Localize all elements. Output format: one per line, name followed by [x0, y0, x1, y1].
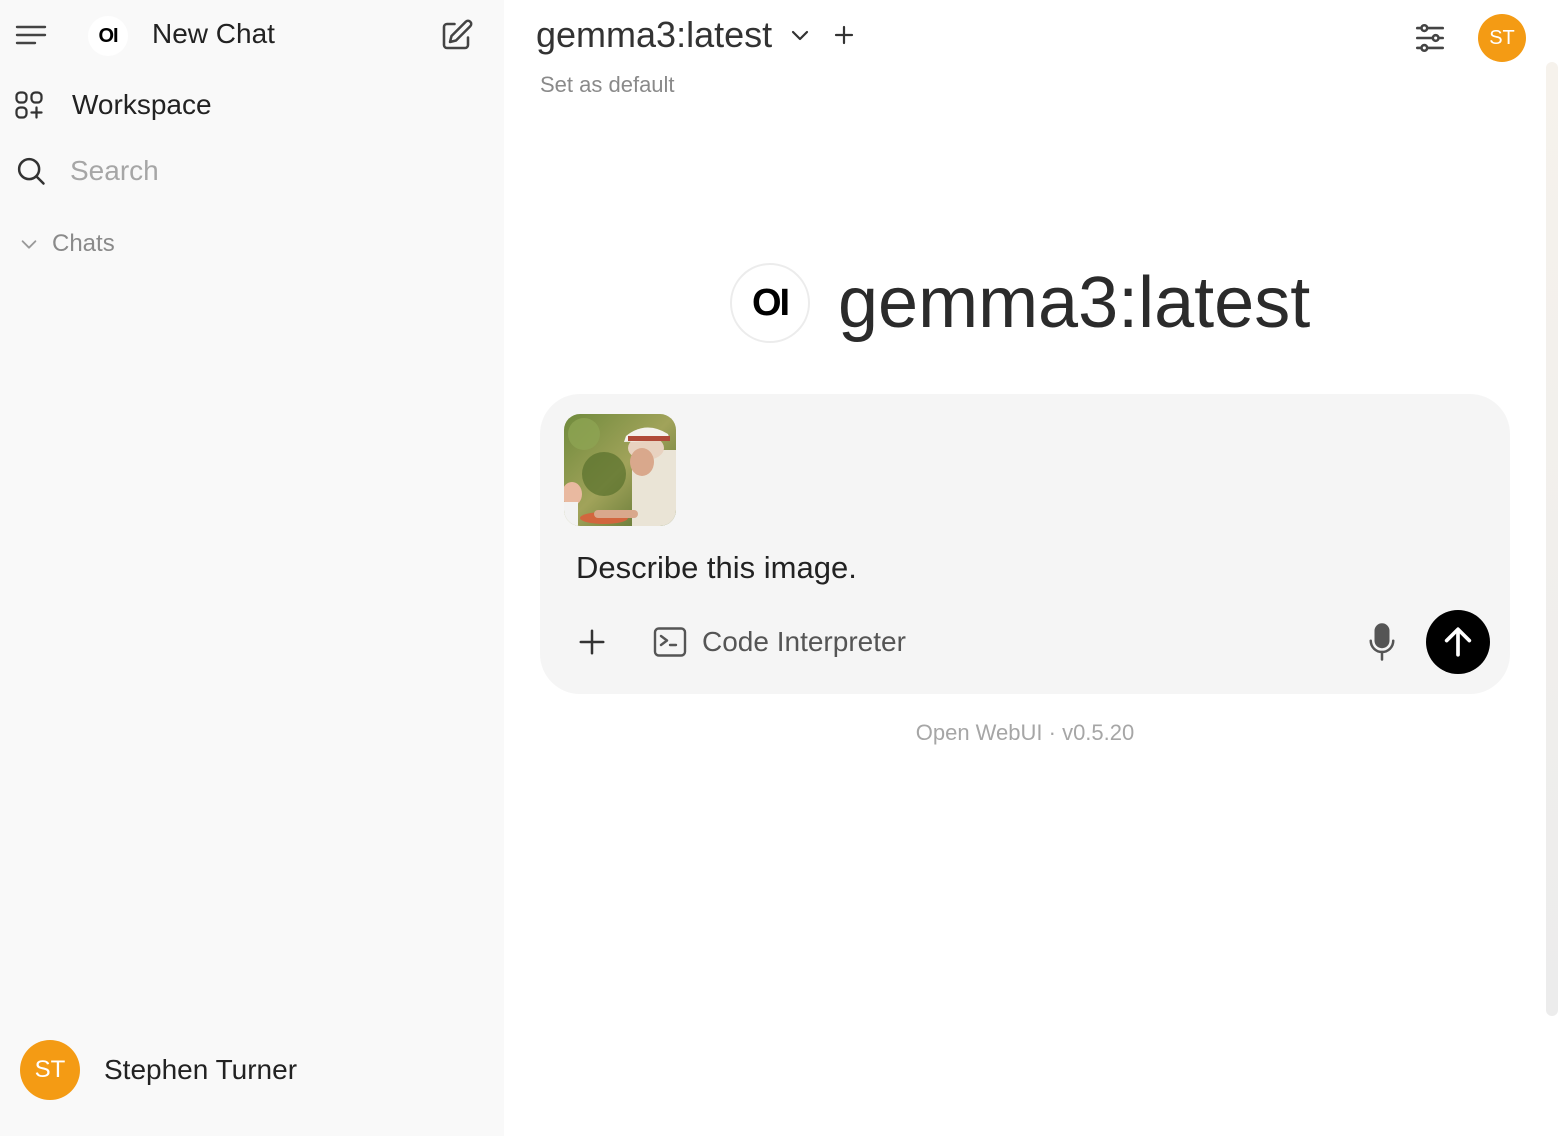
- search-input[interactable]: [70, 155, 450, 187]
- sidebar: OI New Chat Workspace Chats ST Stephen T…: [0, 0, 504, 1136]
- add-model-icon[interactable]: [832, 23, 856, 47]
- model-selector[interactable]: gemma3:latest: [536, 14, 856, 56]
- edit-icon: [442, 19, 473, 50]
- message-composer: Describe this image. Code Interpreter: [540, 394, 1510, 694]
- model-hero: OI gemma3:latest: [730, 262, 1310, 344]
- prompt-input[interactable]: Describe this image.: [576, 550, 857, 586]
- sidebar-toggle-button[interactable]: [12, 16, 50, 54]
- menu-icon: [15, 25, 47, 45]
- voice-input-button[interactable]: [1362, 622, 1402, 662]
- plus-icon: [579, 629, 605, 655]
- model-title: gemma3:latest: [838, 263, 1311, 343]
- attached-image-thumbnail[interactable]: [564, 414, 676, 526]
- microphone-icon: [1369, 623, 1395, 661]
- workspace-link[interactable]: Workspace: [14, 84, 212, 126]
- arrow-up-icon: [1444, 627, 1472, 657]
- attach-button[interactable]: [572, 622, 612, 662]
- set-default-button[interactable]: Set as default: [540, 72, 675, 98]
- chat-controls-button[interactable]: [1410, 18, 1450, 58]
- chevron-down-icon: [21, 240, 37, 249]
- avatar: ST: [20, 1040, 80, 1100]
- sidebar-search[interactable]: [16, 150, 450, 192]
- workspace-icon: [15, 91, 43, 119]
- new-chat-button[interactable]: [436, 16, 476, 56]
- chats-section-toggle[interactable]: Chats: [18, 226, 115, 262]
- app-logo[interactable]: OI: [88, 16, 128, 56]
- chats-label: Chats: [52, 230, 115, 257]
- send-button[interactable]: [1426, 610, 1490, 674]
- chevron-down-icon[interactable]: [788, 23, 812, 47]
- new-chat-link[interactable]: New Chat: [152, 18, 275, 50]
- scrollbar[interactable]: [1546, 62, 1558, 1016]
- user-menu[interactable]: ST Stephen Turner: [20, 1040, 297, 1100]
- terminal-icon: [653, 627, 687, 657]
- photo-image: [564, 414, 676, 526]
- main-area: gemma3:latest Set as default ST OI gemma…: [504, 0, 1558, 1136]
- user-name: Stephen Turner: [104, 1054, 298, 1085]
- sliders-icon: [1415, 23, 1445, 53]
- code-interpreter-button[interactable]: Code Interpreter: [652, 622, 906, 662]
- search-icon: [17, 157, 45, 185]
- version-label: Open WebUI · v0.5.20: [915, 720, 1135, 745]
- code-interpreter-label: Code Interpreter: [702, 626, 906, 657]
- workspace-label: Workspace: [72, 89, 212, 120]
- model-logo: OI: [730, 263, 810, 343]
- avatar[interactable]: ST: [1478, 14, 1526, 62]
- model-name[interactable]: gemma3:latest: [536, 14, 772, 56]
